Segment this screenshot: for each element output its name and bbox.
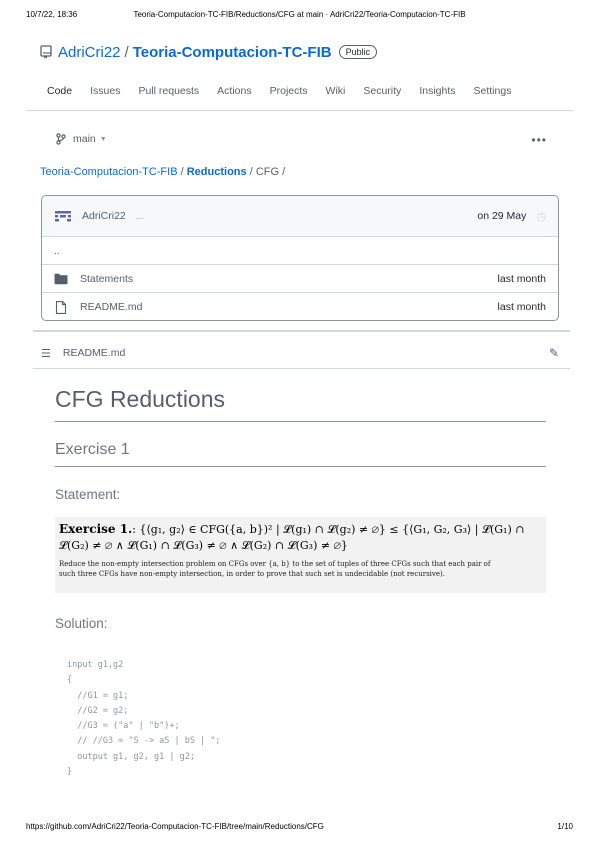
code-block: input g1,g2 { //G1 = g1; //G2 = g2; //G3 …	[67, 658, 221, 780]
git-branch-icon	[56, 133, 66, 145]
tabs-divider	[26, 110, 573, 111]
list-item[interactable]: README.md last month	[42, 293, 558, 320]
list-icon[interactable]: ☰	[41, 347, 51, 360]
tab-issues[interactable]: Issues	[81, 80, 129, 106]
print-url: https://github.com/AdriCri22/Teoria-Comp…	[26, 822, 324, 831]
code-line: // //G3 = "S -> aS | bS | ";	[67, 736, 221, 747]
solution-heading: Solution:	[55, 616, 108, 631]
print-header: 10/7/22, 18:36 Teoria-Computacion-TC-FIB…	[26, 10, 573, 22]
tab-projects[interactable]: Projects	[261, 80, 317, 106]
file-listing: AdriCri22 ... on 29 May ◷ .. Statements …	[41, 195, 559, 321]
readme-h2: Exercise 1	[55, 441, 130, 458]
list-item[interactable]: Statements last month	[42, 265, 558, 293]
tab-code[interactable]: Code	[38, 80, 81, 106]
code-line: //G2 = g2;	[67, 705, 129, 716]
breadcrumb-repo-link[interactable]: Teoria-Computacion-TC-FIB	[40, 166, 178, 178]
exercise-label: Exercise 1.	[59, 522, 133, 536]
tab-insights[interactable]: Insights	[410, 80, 464, 106]
breadcrumb: Teoria-Computacion-TC-FIB / Reductions /…	[40, 166, 285, 178]
breadcrumb-folder-link[interactable]: Reductions	[187, 166, 247, 178]
print-page-number: 1/10	[557, 822, 573, 831]
file-name[interactable]: Statements	[80, 273, 133, 285]
chevron-down-icon: ▼	[99, 135, 107, 143]
repo-icon	[40, 45, 52, 59]
readme-divider	[33, 330, 570, 332]
print-footer: https://github.com/AdriCri22/Teoria-Comp…	[26, 822, 573, 834]
repo-name-link[interactable]: Teoria-Computacion-TC-FIB	[133, 44, 332, 61]
commit-author[interactable]: AdriCri22	[82, 210, 126, 222]
code-line: //G1 = g1;	[67, 690, 129, 701]
readme-filename: README.md	[62, 347, 126, 359]
statement-formula-line1: Exercise 1.: {⟨g₁, g₂⟩ ∈ CFG({a, b})² | …	[59, 521, 542, 538]
tab-wiki[interactable]: Wiki	[317, 80, 355, 106]
parent-directory-link[interactable]: ..	[54, 245, 60, 257]
formula-part: : {⟨g₁, g₂⟩ ∈ CFG({a, b})² | 𝓛(g₁) ∩ 𝓛(g…	[132, 523, 525, 536]
code-line: {	[67, 675, 73, 686]
readme-header-divider	[33, 368, 570, 369]
code-line: input g1,g2	[67, 660, 124, 670]
history-icon[interactable]: ◷	[536, 210, 546, 223]
h2-rule	[55, 466, 546, 467]
latest-commit-row: AdriCri22 ... on 29 May ◷	[42, 196, 558, 237]
branch-name: main	[73, 133, 96, 145]
pencil-icon[interactable]: ✎	[549, 346, 559, 360]
list-item[interactable]: ..	[42, 237, 558, 265]
tab-actions[interactable]: Actions	[208, 80, 260, 106]
tab-pull-requests[interactable]: Pull requests	[129, 80, 208, 106]
avatar[interactable]	[54, 209, 72, 223]
statement-image: Exercise 1.: {⟨g₁, g₂⟩ ∈ CFG({a, b})² | …	[55, 517, 546, 593]
commit-date[interactable]: on 29 May	[477, 210, 526, 222]
branch-selector[interactable]: main ▼	[56, 133, 107, 145]
code-line: }	[67, 767, 73, 778]
breadcrumb-separator: /	[282, 166, 286, 178]
statement-heading: Statement:	[55, 487, 121, 502]
file-date[interactable]: last month	[498, 273, 546, 285]
repo-nav-tabs: Code Issues Pull requests Actions Projec…	[38, 80, 561, 106]
tab-security[interactable]: Security	[354, 80, 410, 106]
repo-separator: /	[124, 43, 129, 61]
breadcrumb-current: CFG	[255, 166, 280, 178]
more-options-icon[interactable]: •••	[531, 133, 547, 147]
file-icon	[54, 301, 68, 314]
readme-header: ☰ README.md ✎	[41, 340, 559, 366]
statement-formula-line2: 𝓛(G₂) ≠ ∅ ∧ 𝓛(G₁) ∩ 𝓛(G₃) ≠ ∅ ∧ 𝓛(G₂) ∩ …	[59, 539, 348, 552]
statement-text-line1: Reduce the non-empty intersection proble…	[59, 560, 491, 568]
file-name[interactable]: README.md	[80, 301, 142, 313]
code-line: output g1, g2, g1 | g2;	[67, 751, 195, 762]
h1-rule	[55, 421, 546, 422]
readme-h1: CFG Reductions	[55, 386, 226, 412]
repo-owner-link[interactable]: AdriCri22	[58, 44, 121, 61]
print-page-title: Teoria-Computacion-TC-FIB/Reductions/CFG…	[133, 10, 466, 19]
code-line: //G3 = ("a" | "b")+;	[67, 721, 180, 732]
tab-settings[interactable]: Settings	[465, 80, 521, 106]
file-date[interactable]: last month	[498, 301, 546, 313]
folder-icon	[54, 273, 68, 285]
visibility-badge: Public	[338, 45, 378, 59]
statement-text-line2: such three CFGs have non-empty intersect…	[59, 570, 445, 578]
repo-title: AdriCri22 / Teoria-Computacion-TC-FIB Pu…	[40, 42, 378, 62]
commit-message-expander[interactable]: ...	[136, 211, 144, 221]
